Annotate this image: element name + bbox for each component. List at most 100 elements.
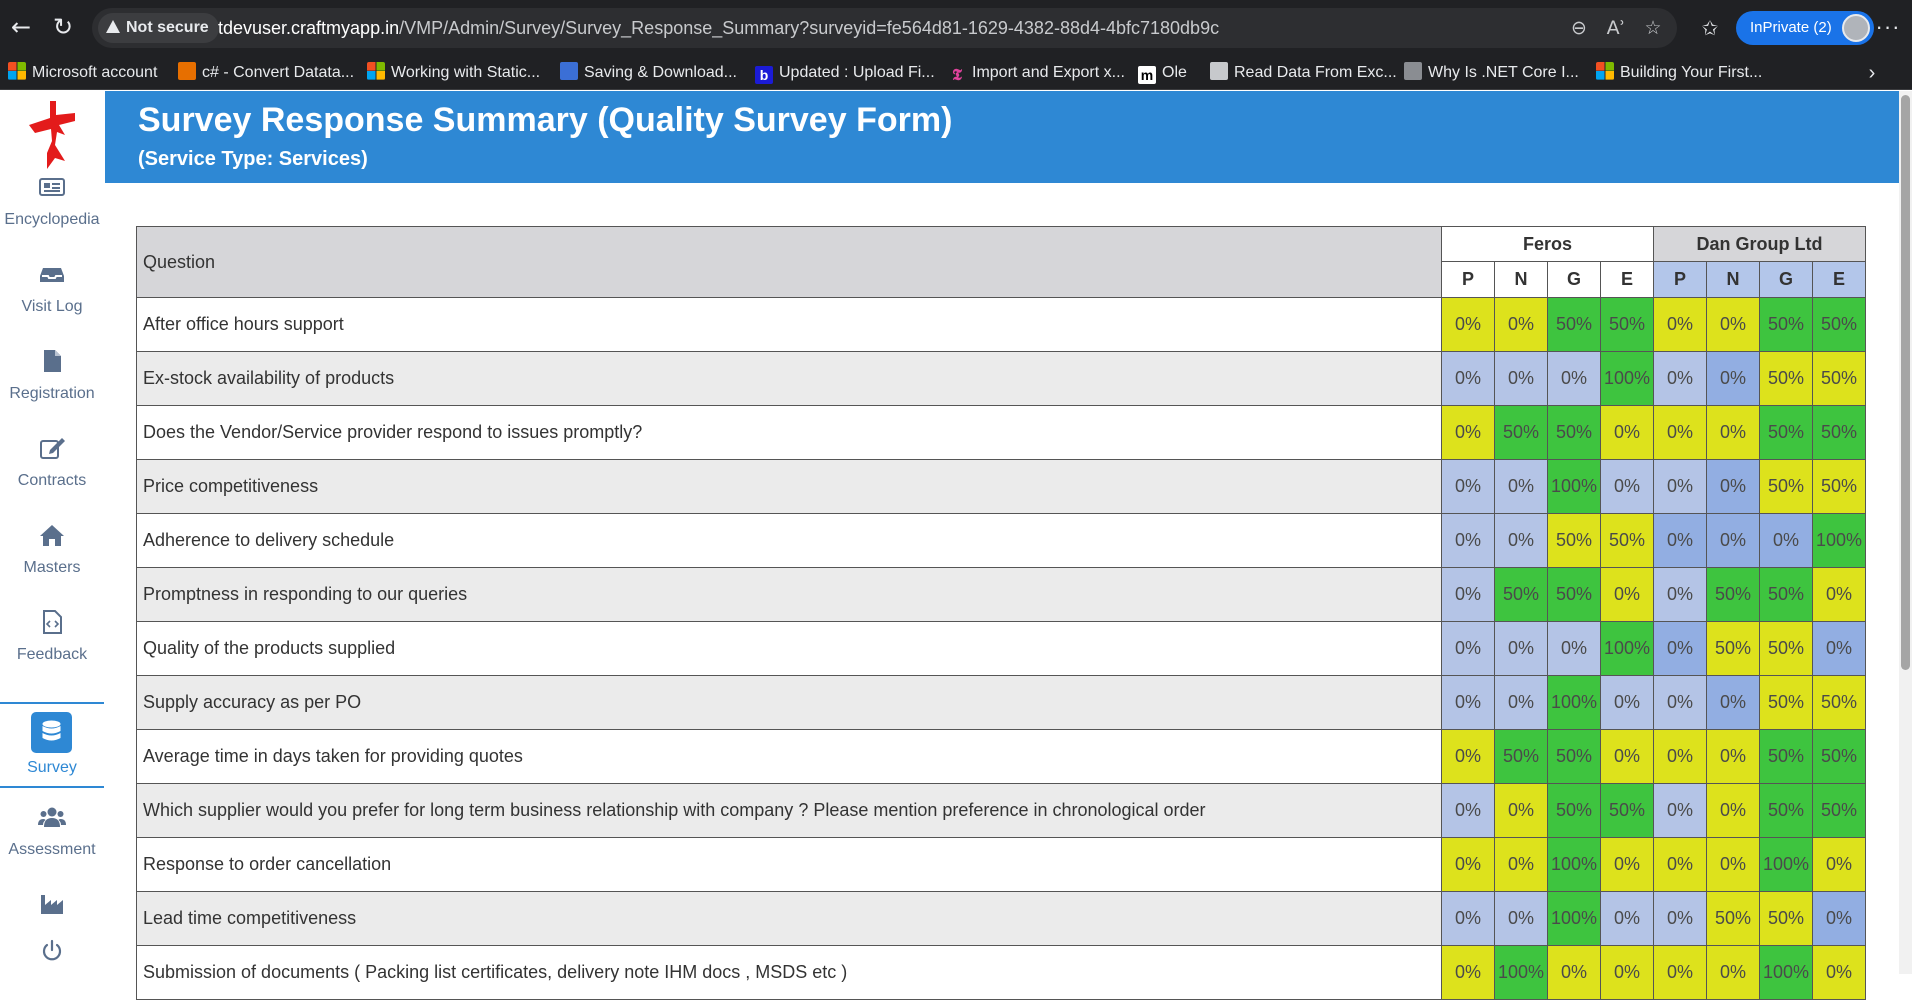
rating-header: P <box>1441 261 1495 298</box>
percentage-cell: 50% <box>1759 783 1813 838</box>
percentage-cell: 0% <box>1441 675 1495 730</box>
bookmark-item[interactable]: 𝕿 Import and Export x... <box>948 61 1125 85</box>
percentage-cell: 0% <box>1547 351 1601 406</box>
percentage-cell: 0% <box>1706 729 1760 784</box>
scrollbar-thumb[interactable] <box>1901 95 1910 670</box>
page-scrollbar[interactable] <box>1899 91 1912 974</box>
question-cell: Average time in days taken for providing… <box>136 729 1442 784</box>
percentage-cell: 0% <box>1441 567 1495 622</box>
chevron-right-icon[interactable]: › <box>1860 60 1884 86</box>
percentage-cell: 0% <box>1653 567 1707 622</box>
back-icon[interactable]: ← <box>4 10 38 44</box>
table-row: Lead time competitiveness 0% 0% 100% 0% 0% 50%… <box>136 891 1866 946</box>
percentage-cell: 50% <box>1759 459 1813 514</box>
percentage-cell: 0% <box>1706 945 1760 1000</box>
percentage-cell: 50% <box>1494 729 1548 784</box>
table-row: Adherence to delivery schedule 0% 0% 50% 50%… <box>136 513 1866 568</box>
percentage-cell: 0% <box>1494 783 1548 838</box>
percentage-cell: 0% <box>1600 405 1654 460</box>
page-subtitle: (Service Type: Services) <box>138 148 368 170</box>
sidebar-item-registration[interactable]: Registration <box>0 335 104 421</box>
figure-icon <box>1210 62 1228 80</box>
power-icon[interactable] <box>40 939 64 963</box>
percentage-cell: 0% <box>1547 945 1601 1000</box>
inbox-icon <box>40 268 64 282</box>
database-icon <box>31 712 72 753</box>
bookmark-item[interactable]: m Ole <box>1138 61 1187 85</box>
percentage-cell: 50% <box>1759 405 1813 460</box>
bookmark-item[interactable]: Saving & Download... <box>560 61 737 85</box>
percentage-cell: 50% <box>1706 621 1760 676</box>
favorites-icon[interactable]: ✩ <box>1694 12 1726 44</box>
percentage-cell: 50% <box>1812 675 1866 730</box>
percentage-cell: 0% <box>1441 351 1495 406</box>
bookmark-item[interactable]: Building Your First... <box>1596 61 1762 85</box>
sidebar-item-encyclopedia[interactable]: Encyclopedia <box>0 161 104 247</box>
survey-summary-table: Question Feros Dan Group Ltd P N G E P N… <box>136 226 1866 1000</box>
percentage-cell: 0% <box>1441 621 1495 676</box>
refresh-icon[interactable]: ↻ <box>46 10 80 44</box>
percentage-cell: 0% <box>1706 837 1760 892</box>
percentage-cell: 0% <box>1706 351 1760 406</box>
sidebar-item-contracts[interactable]: Contracts <box>0 422 104 508</box>
bookmark-item[interactable]: Why Is .NET Core I... <box>1404 61 1579 85</box>
sidebar-item-masters[interactable]: Masters <box>0 509 104 595</box>
favorite-star-icon[interactable]: ☆ <box>1639 14 1667 42</box>
net-icon <box>1404 62 1422 80</box>
percentage-cell: 0% <box>1494 675 1548 730</box>
bookmark-item[interactable]: Working with Static... <box>367 61 540 85</box>
file-icon <box>44 350 61 372</box>
bookmark-item[interactable]: c# - Convert Datata... <box>178 61 354 85</box>
percentage-cell: 0% <box>1441 405 1495 460</box>
percentage-cell: 0% <box>1441 297 1495 352</box>
not-secure-badge[interactable]: Not secure <box>98 13 219 43</box>
percentage-cell: 0% <box>1441 729 1495 784</box>
question-cell: After office hours support <box>136 297 1442 352</box>
sidebar-item-industry[interactable] <box>0 878 104 926</box>
zoom-out-icon[interactable]: ⊖ <box>1565 14 1593 42</box>
percentage-cell: 100% <box>1812 513 1866 568</box>
percentage-cell: 100% <box>1547 837 1601 892</box>
m-icon: m <box>1138 66 1156 84</box>
industry-icon <box>41 895 63 914</box>
edit-icon <box>40 438 65 459</box>
bookmark-item[interactable]: Read Data From Exc... <box>1210 61 1397 85</box>
table-row: Which supplier would you prefer for long… <box>136 783 1866 838</box>
question-column-header: Question <box>136 226 1442 298</box>
percentage-cell: 0% <box>1600 729 1654 784</box>
percentage-cell: 50% <box>1759 621 1813 676</box>
vendor-header: Dan Group Ltd <box>1653 226 1866 262</box>
percentage-cell: 0% <box>1812 945 1866 1000</box>
percentage-cell: 0% <box>1759 513 1813 568</box>
table-row: Promptness in responding to our queries 0… <box>136 567 1866 622</box>
question-cell: Promptness in responding to our queries <box>136 567 1442 622</box>
percentage-cell: 0% <box>1653 675 1707 730</box>
table-row: Average time in days taken for providing… <box>136 729 1866 784</box>
read-aloud-icon[interactable]: Aʾ <box>1602 14 1630 42</box>
sidebar-item-visit-log[interactable]: Visit Log <box>0 248 104 334</box>
question-cell: Adherence to delivery schedule <box>136 513 1442 568</box>
percentage-cell: 50% <box>1547 567 1601 622</box>
url-text[interactable]: tdevuser.craftmyapp.in/VMP/Admin/Survey/… <box>218 8 1219 48</box>
percentage-cell: 100% <box>1547 675 1601 730</box>
sidebar-item-assessment[interactable]: Assessment <box>0 791 104 877</box>
percentage-cell: 100% <box>1547 459 1601 514</box>
bookmark-item[interactable]: Microsoft account <box>8 61 157 85</box>
sidebar: Encyclopedia Visit Log Registration Cont… <box>0 91 104 974</box>
sidebar-item-survey[interactable]: Survey <box>0 702 104 788</box>
rating-header: E <box>1600 261 1654 298</box>
percentage-cell: 0% <box>1494 891 1548 946</box>
address-bar[interactable]: Not secure tdevuser.craftmyapp.in/VMP/Ad… <box>92 8 1677 48</box>
bookmarks-bar: Microsoft account c# - Convert Datata...… <box>0 56 1912 90</box>
inprivate-button[interactable]: InPrivate (2) <box>1736 11 1874 45</box>
table-row: Response to order cancellation 0% 0% 100% 0%… <box>136 837 1866 892</box>
bookmark-item[interactable]: b Updated : Upload Fi... <box>755 61 935 85</box>
more-options-icon[interactable]: ··· <box>1872 12 1904 44</box>
table-row: Quality of the products supplied 0% 0% 0% 10… <box>136 621 1866 676</box>
question-cell: Lead time competitiveness <box>136 891 1442 946</box>
rating-header: N <box>1706 261 1760 298</box>
sidebar-item-feedback[interactable]: Feedback <box>0 596 104 682</box>
newspaper-icon <box>39 178 65 196</box>
percentage-cell: 50% <box>1547 405 1601 460</box>
question-cell: Response to order cancellation <box>136 837 1442 892</box>
